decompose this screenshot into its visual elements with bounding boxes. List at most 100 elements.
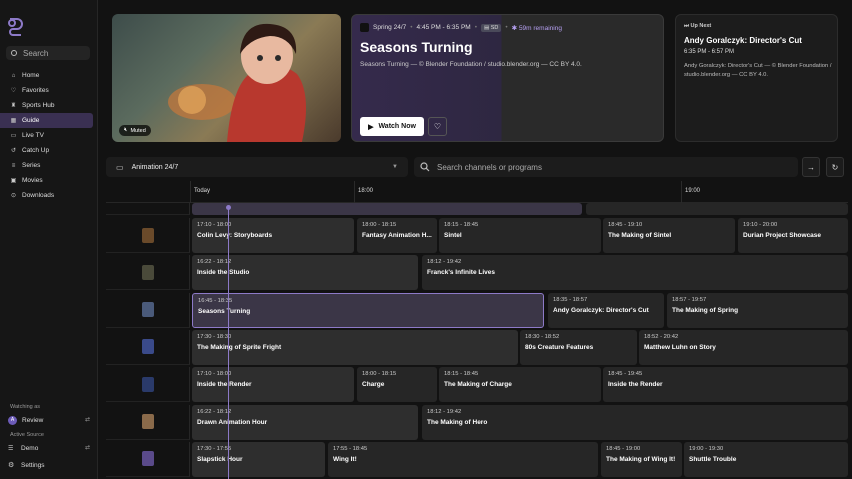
program-title: Fantasy Animation H... bbox=[362, 232, 432, 239]
channel-cell[interactable] bbox=[106, 329, 190, 365]
program-cell[interactable]: 17:30 - 18:30 The Making of Sprite Fright bbox=[192, 329, 518, 365]
watch-now-button[interactable]: ▶ Watch Now bbox=[360, 117, 424, 136]
program-time: 17:55 - 18:45 bbox=[333, 445, 368, 452]
program-time: 18:45 - 19:10 bbox=[608, 222, 643, 228]
timeline-label-1800: 18:00 bbox=[358, 188, 374, 194]
tv-icon: ▭ bbox=[10, 133, 17, 139]
settings-link[interactable]: ⚙ Settings bbox=[8, 459, 90, 471]
hero-video-preview[interactable]: 🔇︎ Muted bbox=[112, 14, 341, 142]
channel-name: Spring 24/7 bbox=[373, 24, 407, 31]
program-cell[interactable]: 18:35 - 18:57 Andy Goralczyk: Director's … bbox=[548, 292, 664, 328]
channel-logo bbox=[141, 414, 154, 429]
program-time: 4:45 PM - 6:35 PM bbox=[416, 24, 471, 31]
program-time: 17:30 - 17:55 bbox=[197, 445, 232, 452]
program-cell[interactable]: 18:00 - 18:15 Charge bbox=[357, 367, 437, 403]
program-time: 17:30 - 18:30 bbox=[197, 333, 232, 340]
sidebar-item-home[interactable]: ⌂ Home bbox=[0, 68, 93, 83]
program-cell[interactable]: 18:12 - 19:42 Franck's Infinite Lives bbox=[422, 255, 848, 291]
up-next-panel: ⏭︎ Up Next Andy Goralczyk: Director's Cu… bbox=[675, 14, 838, 142]
program-cell[interactable]: 18:45 - 19:45 Inside the Render bbox=[603, 367, 848, 403]
sidebar-item-label: Movies bbox=[22, 177, 43, 184]
search-icon bbox=[11, 50, 17, 56]
program-title: Matthew Luhn on Story bbox=[644, 343, 716, 351]
channel-cell[interactable] bbox=[106, 367, 190, 403]
sidebar-item-downloads[interactable]: ⊙ Downloads bbox=[0, 188, 93, 203]
swap-icon[interactable]: ⇄ bbox=[85, 444, 90, 451]
avatar: A bbox=[8, 415, 17, 425]
remaining-time: ✱ 59m remaining bbox=[511, 24, 562, 32]
favorite-button[interactable]: ♡ bbox=[428, 117, 447, 136]
app-logo-icon[interactable] bbox=[7, 18, 23, 36]
refresh-button[interactable]: ↻ bbox=[826, 157, 844, 177]
sidebar-item-guide[interactable]: ▦ Guide bbox=[0, 113, 93, 128]
sidebar-item-live-tv[interactable]: ▭ Live TV bbox=[0, 128, 93, 143]
volume-off-icon: 🔇︎ bbox=[124, 127, 128, 133]
timeline-divider bbox=[681, 181, 682, 203]
swap-icon[interactable]: ⇄ bbox=[85, 416, 90, 423]
channel-logo bbox=[141, 451, 154, 467]
program-cell[interactable] bbox=[586, 203, 848, 215]
program-cell[interactable]: 18:45 - 19:10 The Making of Sintel bbox=[603, 218, 735, 253]
program-time: 18:45 - 19:45 bbox=[608, 371, 643, 378]
program-cell[interactable]: 17:55 - 18:45 Wing It! bbox=[328, 441, 598, 477]
program-cell[interactable]: 16:22 - 18:12 Drawn Animation Hour bbox=[192, 404, 418, 440]
program-cell[interactable]: 16:22 - 18:12 Inside the Studio bbox=[192, 255, 418, 291]
program-cell[interactable] bbox=[192, 203, 582, 215]
sidebar-item-label: Sports Hub bbox=[22, 102, 55, 109]
program-cell[interactable]: 18:52 - 20:42 Matthew Luhn on Story bbox=[639, 329, 848, 365]
program-time: 18:12 - 19:42 bbox=[427, 408, 462, 415]
program-cell[interactable]: 18:45 - 19:00 The Making of Wing It! bbox=[601, 441, 682, 477]
program-title: Seasons Turning bbox=[360, 39, 473, 55]
program-cell[interactable]: 18:15 - 18:45 Sintel bbox=[439, 218, 601, 253]
program-title: Inside the Studio bbox=[197, 269, 250, 277]
program-time: 18:00 - 18:15 bbox=[362, 222, 397, 228]
channel-cell[interactable] bbox=[106, 203, 190, 215]
program-subtitle: Seasons Turning — © Blender Foundation /… bbox=[360, 61, 582, 68]
sidebar-nav: ⌂ Home ♡ Favorites ♜ Sports Hub ▦ Guide ▭ Live TV… bbox=[0, 68, 97, 203]
channel-cell[interactable] bbox=[106, 292, 190, 328]
sidebar-item-series[interactable]: ≡ Series bbox=[0, 158, 93, 173]
active-source-label: Active Source bbox=[10, 432, 44, 438]
settings-label: Settings bbox=[21, 461, 45, 469]
folder-icon: ▭ bbox=[116, 162, 124, 172]
sidebar-search[interactable]: Search bbox=[6, 46, 90, 60]
channel-cell[interactable] bbox=[106, 255, 190, 291]
program-cell[interactable]: 18:15 - 18:45 The Making of Charge bbox=[439, 367, 601, 403]
play-icon: ▶ bbox=[368, 123, 374, 131]
sidebar-item-label: Guide bbox=[22, 117, 40, 124]
program-cell[interactable]: 18:12 - 19:42 The Making of Hero bbox=[422, 404, 848, 440]
sidebar-item-favorites[interactable]: ♡ Favorites bbox=[0, 83, 93, 98]
program-cell[interactable]: 17:10 - 18:00 Inside the Render bbox=[192, 367, 354, 403]
channel-cell[interactable] bbox=[106, 441, 190, 477]
category-dropdown[interactable]: ▭ Animation 24/7 ▼ bbox=[106, 157, 408, 177]
up-next-label: ⏭︎ Up Next bbox=[684, 23, 711, 30]
home-icon: ⌂ bbox=[11, 72, 16, 79]
source-switcher[interactable]: ☰ Demo ⇄ bbox=[8, 442, 90, 454]
channel-cell[interactable] bbox=[106, 218, 190, 253]
program-title: Drawn Animation Hour bbox=[197, 418, 268, 426]
program-time: 18:12 - 19:42 bbox=[427, 259, 462, 266]
sidebar-item-movies[interactable]: ▣ Movies bbox=[0, 173, 93, 188]
timeline-label-1900: 19:00 bbox=[685, 188, 701, 194]
muted-indicator[interactable]: 🔇︎ Muted bbox=[119, 125, 151, 136]
guide-search-input[interactable]: Search channels or programs bbox=[414, 157, 798, 177]
program-cell[interactable]: 17:30 - 17:55 Slapstick Hour bbox=[192, 441, 325, 477]
sidebar-item-label: Home bbox=[22, 72, 40, 79]
program-cell[interactable]: 19:10 - 20:00 Durian Project Showcase bbox=[738, 218, 848, 253]
channel-cell[interactable] bbox=[106, 404, 190, 440]
program-title: The Making of Spring bbox=[672, 306, 739, 314]
profile-switcher[interactable]: A Review ⇄ bbox=[8, 414, 90, 426]
chevron-down-icon: ▼ bbox=[392, 164, 398, 170]
program-cell[interactable]: 18:00 - 18:15 Fantasy Animation H... bbox=[357, 218, 437, 253]
trophy-icon: ♜ bbox=[10, 103, 17, 109]
program-cell[interactable]: 18:57 - 19:57 The Making of Spring bbox=[667, 292, 848, 328]
program-cell[interactable]: 16:45 - 18:35 Seasons Turning bbox=[192, 292, 544, 328]
jump-to-now-button[interactable]: → bbox=[802, 157, 820, 177]
program-cell[interactable]: 18:30 - 18:52 80s Creature Features bbox=[520, 329, 637, 365]
sidebar-item-catch-up[interactable]: ↺ Catch Up bbox=[0, 143, 93, 158]
sidebar-item-sports-hub[interactable]: ♜ Sports Hub bbox=[0, 98, 93, 113]
program-cell[interactable]: 17:10 - 18:00 Colin Levy: Storyboards bbox=[192, 218, 354, 253]
grid-icon: ▦ bbox=[10, 118, 17, 124]
program-cell[interactable]: 19:00 - 19:30 Shuttle Trouble bbox=[684, 441, 848, 477]
program-title: Andy Goralczyk: Director's Cut bbox=[553, 306, 649, 314]
